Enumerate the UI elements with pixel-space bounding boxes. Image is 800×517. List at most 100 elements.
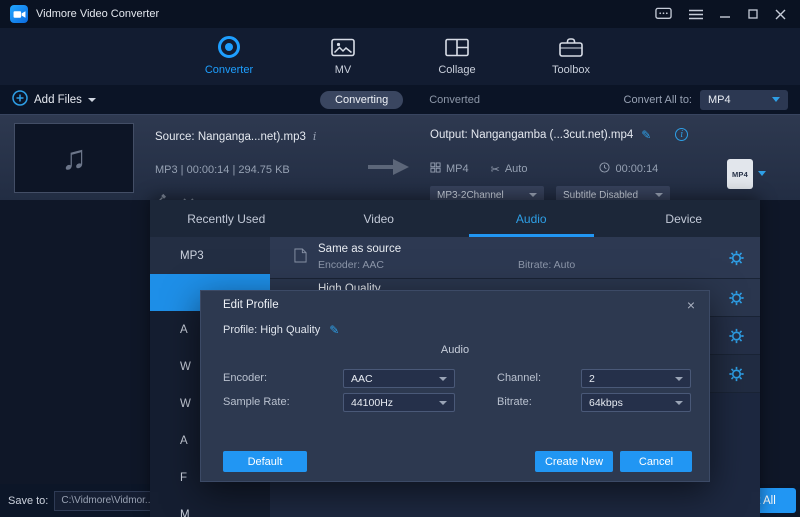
encoder-label: Encoder: [223,372,267,384]
gear-icon[interactable] [729,328,744,343]
source-info-icon[interactable]: i [313,130,317,143]
minimize-icon[interactable] [720,9,731,19]
app-logo-icon [10,5,28,23]
gear-icon[interactable] [729,250,744,265]
encoder-value: AAC [351,373,373,385]
convert-all-format-value: MP4 [708,94,731,106]
sidebar-item[interactable]: M [150,496,270,517]
close-icon[interactable]: × [687,298,695,312]
tab-mv-label: MV [335,64,352,76]
app-window: Vidmore Video Converter Converter [0,0,800,517]
dialog-header: Edit Profile × [201,291,709,318]
convert-all-format-select[interactable]: MP4 [700,90,788,110]
titlebar: Vidmore Video Converter [0,0,800,28]
tab-toolbox-label: Toolbox [552,64,590,76]
audio-section-label: Audio [201,344,709,356]
plus-circle-icon [12,90,28,109]
chevron-down-icon [675,401,683,405]
output-info: Output: Nangangamba (...3cut.net).mp4 ✎ … [430,128,688,141]
main-nav: Converter MV Collage Toolbox [0,28,800,85]
clock-icon [599,162,610,176]
menu-icon[interactable] [689,9,703,20]
output-format: MP4 [446,163,469,175]
bitrate-select[interactable]: 64kbps [581,393,691,412]
chevron-down-icon [772,97,780,102]
add-files-button[interactable]: Add Files [12,90,96,109]
feedback-icon[interactable] [655,7,672,22]
target-format-icon[interactable]: MP4 [727,159,753,189]
convert-all-to-label: Convert All to: [624,94,692,106]
create-new-button[interactable]: Create New [535,451,613,472]
profile-encoder: Encoder: AAC [318,259,384,271]
cancel-button[interactable]: Cancel [620,451,692,472]
source-to-output-arrow-icon [366,157,412,182]
sample-rate-value: 44100Hz [351,397,393,409]
profile-title: Same as source [318,243,401,255]
close-icon[interactable] [775,9,786,20]
source-filename: Source: Nanganga...net).mp3 [155,131,306,143]
profile-name: Profile: High Quality [223,324,320,336]
profile-panel-tabs: Recently Used Video Audio Device [150,200,760,237]
audio-track-value: MP3-2Channel [437,190,504,201]
profile-bitrate: Bitrate: Auto [518,259,575,271]
titlebar-controls [655,7,790,22]
default-button[interactable]: Default [223,451,307,472]
mv-icon [331,35,355,59]
channel-value: 2 [589,373,595,385]
bitrate-value: 64kbps [589,397,623,409]
chevron-down-icon [675,377,683,381]
toolbox-icon [559,35,583,59]
tab-device[interactable]: Device [608,200,761,237]
tab-toolbox[interactable]: Toolbox [538,35,604,85]
tab-collage-label: Collage [438,64,475,76]
edit-profile-name-icon[interactable]: ✎ [329,324,339,336]
tab-collage[interactable]: Collage [424,35,490,85]
chevron-down-icon [88,98,96,102]
window-title: Vidmore Video Converter [36,8,159,20]
channel-select[interactable]: 2 [581,369,691,388]
maximize-icon[interactable] [748,9,758,19]
sample-rate-label: Sample Rate: [223,396,290,408]
tab-mv[interactable]: MV [310,35,376,85]
convert-all-to: Convert All to: MP4 [624,90,788,110]
gear-icon[interactable] [729,290,744,305]
tab-video[interactable]: Video [303,200,456,237]
chevron-down-icon [439,401,447,405]
encoder-select[interactable]: AAC [343,369,455,388]
sample-rate-select[interactable]: 44100Hz [343,393,455,412]
converted-tab[interactable]: Converted [429,94,480,106]
tab-audio[interactable]: Audio [455,200,608,237]
rename-output-icon[interactable]: ✎ [641,129,651,141]
bitrate-label: Bitrate: [497,396,532,408]
file-row: ♫ Source: Nanganga...net).mp3 i MP3 | 00… [0,114,800,200]
profile-row-same-as-source[interactable]: Same as source Encoder: AAC Bitrate: Aut… [270,237,760,279]
chevron-down-icon [655,193,663,197]
sidebar-item-mp3[interactable]: MP3 [150,237,270,274]
output-meta: MP4 ✂ Auto 00:00:14 [430,162,658,176]
target-format-caret-icon[interactable] [758,171,766,176]
output-filename: Output: Nangangamba (...3cut.net).mp4 [430,129,633,141]
format-grid-icon [430,162,441,176]
file-thumbnail: ♫ [14,123,134,193]
queue-tabs: Converting Converted [320,91,480,109]
file-icon [294,248,307,268]
dialog-title: Edit Profile [223,299,279,311]
toolbar: Add Files Converting Converted Convert A… [0,85,800,114]
source-meta: MP3 | 00:00:14 | 294.75 KB [155,164,290,176]
output-trim: Auto [505,163,528,175]
gear-icon[interactable] [729,366,744,381]
tab-recently-used[interactable]: Recently Used [150,200,303,237]
add-files-label: Add Files [34,94,82,106]
output-info-icon[interactable]: i [675,128,688,141]
chevron-down-icon [439,377,447,381]
scissors-icon: ✂ [491,163,500,176]
output-duration: 00:00:14 [615,163,658,175]
tab-converter-label: Converter [205,64,253,76]
tab-converter[interactable]: Converter [196,35,262,85]
source-info: Source: Nanganga...net).mp3 i [155,130,316,143]
chevron-down-icon [529,193,537,197]
save-path-input[interactable]: C:\Vidmore\Vidmor... [54,491,158,511]
channel-label: Channel: [497,372,541,384]
target-format-label: MP4 [732,170,748,179]
converting-tab[interactable]: Converting [320,91,403,109]
